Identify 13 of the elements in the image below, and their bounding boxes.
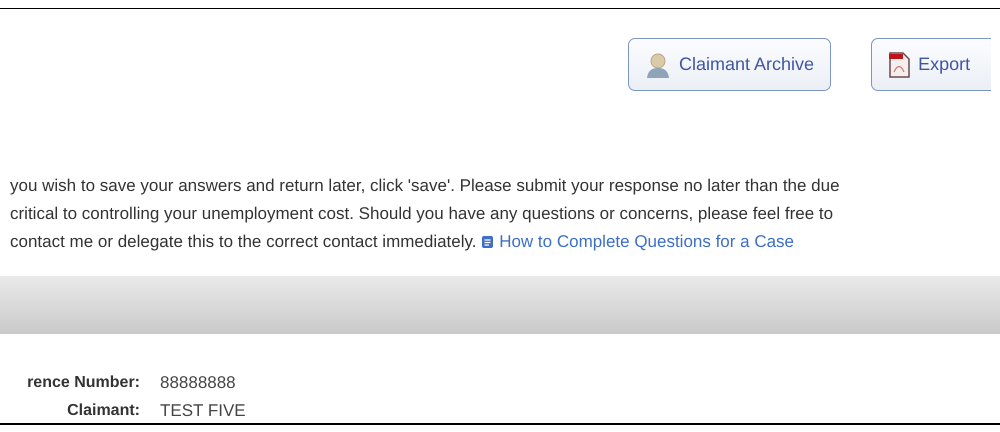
instruction-text: you wish to save your answers and return later, click 'save'. Please submit your response no later than the due (10, 175, 841, 197)
archive-button[interactable]: Claimant Archive (628, 38, 832, 91)
field-label: Claimant: (66, 402, 140, 420)
help-link[interactable]: How to Complete Questions for a Case (481, 228, 794, 256)
pdf-icon (888, 52, 910, 78)
field-value: 88888888 (160, 373, 236, 393)
instruction-text: critical to controlling your unemployment cost. Should you have any questions or concerns, please feel free to (10, 203, 834, 225)
field-label: rence Number: (26, 374, 140, 392)
export-button[interactable]: Export (871, 38, 992, 91)
instruction-text: contact me or delegate this to the correct contact immediately. How to Complete Questions for a Case (10, 228, 1000, 256)
person-icon (645, 52, 671, 78)
field-value: TEST FIVE (160, 401, 246, 421)
document-icon (481, 235, 494, 249)
